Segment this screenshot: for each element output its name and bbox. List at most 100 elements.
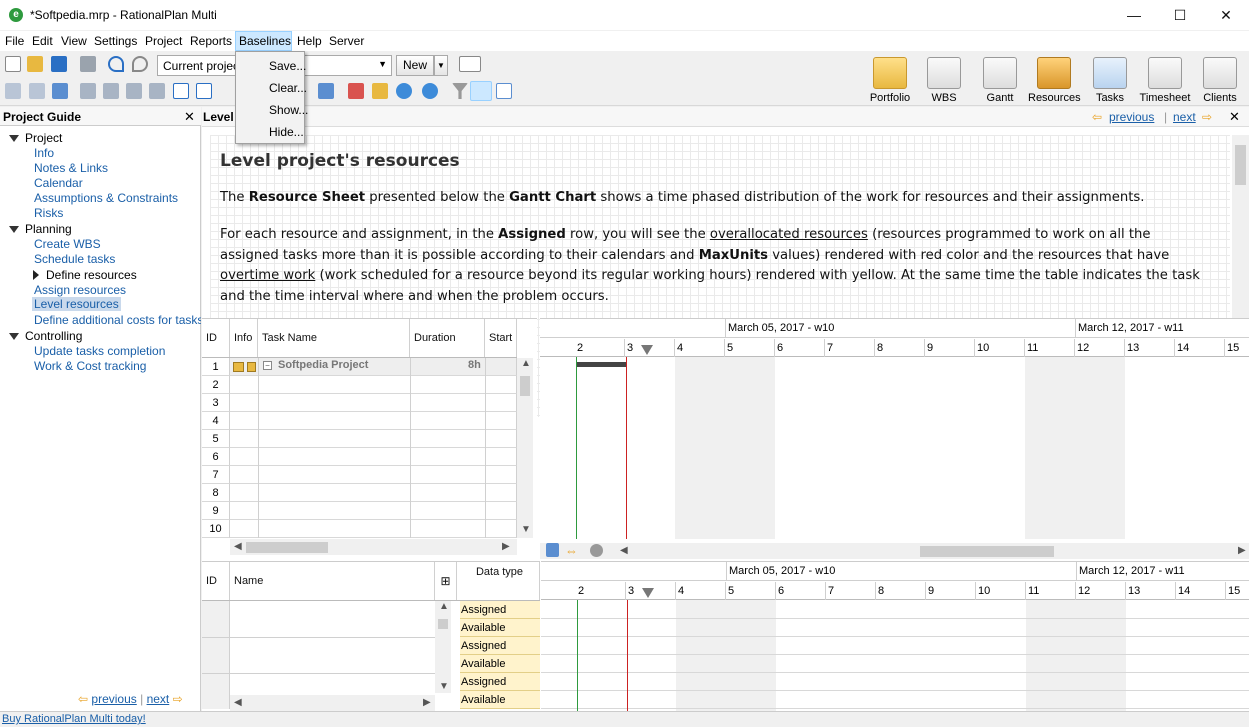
clients-button[interactable]: Clients — [1194, 55, 1246, 105]
task-row-id[interactable]: 3 — [202, 394, 230, 412]
scroll-down-icon[interactable]: ▼ — [439, 681, 449, 692]
new-dropdown-arrow[interactable]: ▼ — [434, 55, 448, 76]
indent-icon[interactable] — [5, 83, 21, 99]
col-header-name[interactable]: Name — [230, 562, 435, 600]
expand-icon[interactable] — [173, 83, 189, 99]
col-header-data-type[interactable]: Data type — [460, 562, 540, 600]
arrow-up-icon[interactable] — [126, 83, 142, 99]
task-row-id[interactable]: 8 — [202, 484, 230, 502]
status-date-marker-icon[interactable] — [642, 588, 654, 598]
expand-triangle-icon[interactable] — [9, 333, 19, 340]
close-icon[interactable]: ✕ — [184, 109, 195, 125]
status-date-marker-icon[interactable] — [641, 345, 653, 355]
scroll-left-icon[interactable]: ◀ — [234, 697, 242, 708]
wbs-button[interactable]: WBS — [918, 55, 970, 105]
col-header-duration[interactable]: Duration — [410, 319, 485, 357]
tree-item-calendar[interactable]: Calendar — [34, 176, 83, 190]
close-button[interactable]: ✕ — [1203, 0, 1249, 30]
tree-group-planning[interactable]: Planning — [25, 222, 72, 236]
gantt-hscroll[interactable]: ⇔ ◀ ▶ — [540, 543, 1249, 559]
menu-item-hide[interactable]: Hide... — [269, 125, 304, 139]
task-row-id[interactable]: 9 — [202, 502, 230, 520]
menu-reports[interactable]: Reports — [190, 34, 232, 48]
arrow-right-icon[interactable] — [80, 83, 96, 99]
expand-triangle-icon[interactable] — [9, 135, 19, 142]
tree-item-assign-resources[interactable]: Assign resources — [34, 283, 126, 297]
open-folder-icon[interactable] — [27, 56, 43, 72]
collapse-icon[interactable] — [196, 83, 212, 99]
collapsed-triangle-icon[interactable] — [33, 270, 39, 280]
menu-file[interactable]: File — [5, 34, 24, 48]
task-row-id[interactable]: 1 — [202, 358, 230, 376]
close-icon[interactable]: ✕ — [1229, 109, 1240, 125]
arrow-left-icon[interactable] — [103, 83, 119, 99]
tree-item-level-resources[interactable]: Level resources — [32, 297, 121, 311]
col-header-start[interactable]: Start — [485, 319, 517, 357]
resource-grid-hscroll[interactable]: ◀ ▶ — [230, 695, 435, 711]
new-file-icon[interactable] — [5, 56, 21, 72]
resources-button[interactable]: Resources — [1028, 55, 1081, 105]
notes-icon[interactable] — [496, 83, 512, 99]
menu-project[interactable]: Project — [145, 34, 182, 48]
tree-item-info[interactable]: Info — [34, 146, 54, 160]
arrow-down-icon[interactable] — [149, 83, 165, 99]
scroll-right-icon[interactable]: ▶ — [502, 541, 510, 552]
scroll-up-icon[interactable]: ▲ — [521, 358, 531, 369]
tree-group-controlling[interactable]: Controlling — [25, 329, 82, 343]
tree-item-risks[interactable]: Risks — [34, 206, 63, 220]
maximize-button[interactable]: ☐ — [1157, 0, 1203, 30]
tree-item-work-cost-tracking[interactable]: Work & Cost tracking — [34, 359, 146, 373]
tree-item-create-wbs[interactable]: Create WBS — [34, 237, 101, 251]
col-header-info[interactable]: Info — [230, 319, 258, 357]
tree-item-assumptions[interactable]: Assumptions & Constraints — [34, 191, 178, 205]
col-header-task-name[interactable]: Task Name — [258, 319, 410, 357]
resource-grid-vscroll[interactable]: ▲ ▼ — [435, 601, 451, 693]
tree-item-schedule-tasks[interactable]: Schedule tasks — [34, 252, 115, 266]
guide-previous-link[interactable]: previous — [91, 692, 136, 706]
tree-item-update-completion[interactable]: Update tasks completion — [34, 344, 165, 358]
task-row-id[interactable]: 2 — [202, 376, 230, 394]
scrollbar-thumb[interactable] — [1235, 145, 1246, 185]
zoom-out-icon[interactable] — [422, 83, 438, 99]
task-row-id[interactable]: 4 — [202, 412, 230, 430]
critical-path-icon[interactable] — [348, 83, 364, 99]
email-icon[interactable] — [459, 56, 481, 72]
menu-item-show[interactable]: Show... — [269, 103, 308, 117]
menu-view[interactable]: View — [61, 34, 87, 48]
col-header-id[interactable]: ID — [202, 319, 230, 357]
expand-triangle-icon[interactable] — [9, 226, 19, 233]
save-icon[interactable] — [51, 56, 67, 72]
scroll-right-icon[interactable]: ▶ — [423, 697, 431, 708]
tree-group-project[interactable]: Project — [25, 131, 62, 145]
main-previous-link[interactable]: previous — [1109, 110, 1154, 124]
col-header-id[interactable]: ID — [202, 562, 230, 600]
menu-item-clear[interactable]: Clear... — [269, 81, 307, 95]
filter-icon[interactable] — [452, 83, 468, 99]
gantt-button[interactable]: Gantt — [974, 55, 1026, 105]
table-view-icon[interactable] — [470, 81, 492, 101]
timeline-dot-icon[interactable] — [590, 544, 603, 557]
menu-item-save[interactable]: Save... — [269, 59, 306, 73]
task-row-id[interactable]: 10 — [202, 520, 230, 538]
project-summary-bar[interactable] — [576, 362, 626, 367]
task-grid-hscroll[interactable]: ◀ ▶ — [230, 539, 517, 555]
scroll-left-icon[interactable]: ◀ — [234, 541, 242, 552]
minimize-button[interactable]: — — [1111, 0, 1157, 30]
project-task-name[interactable]: Softpedia Project — [278, 359, 368, 371]
link-tasks-icon[interactable] — [52, 83, 68, 99]
menu-help[interactable]: Help — [297, 34, 322, 48]
columns-icon[interactable] — [318, 83, 334, 99]
highlight-icon[interactable] — [372, 83, 388, 99]
timesheet-button[interactable]: Timesheet — [1139, 55, 1191, 105]
task-row-id[interactable]: 6 — [202, 448, 230, 466]
task-grid-vscroll[interactable]: ▲ ▼ — [517, 358, 533, 538]
collapse-icon[interactable]: − — [263, 361, 272, 370]
outdent-icon[interactable] — [29, 83, 45, 99]
zoom-in-icon[interactable] — [396, 83, 412, 99]
portfolio-button[interactable]: Portfolio — [864, 55, 916, 105]
scroll-left-icon[interactable]: ◀ — [620, 545, 628, 556]
menu-baselines[interactable]: Baselines — [235, 31, 292, 51]
print-icon[interactable] — [80, 56, 96, 72]
task-row-id[interactable]: 5 — [202, 430, 230, 448]
menu-server[interactable]: Server — [329, 34, 364, 48]
